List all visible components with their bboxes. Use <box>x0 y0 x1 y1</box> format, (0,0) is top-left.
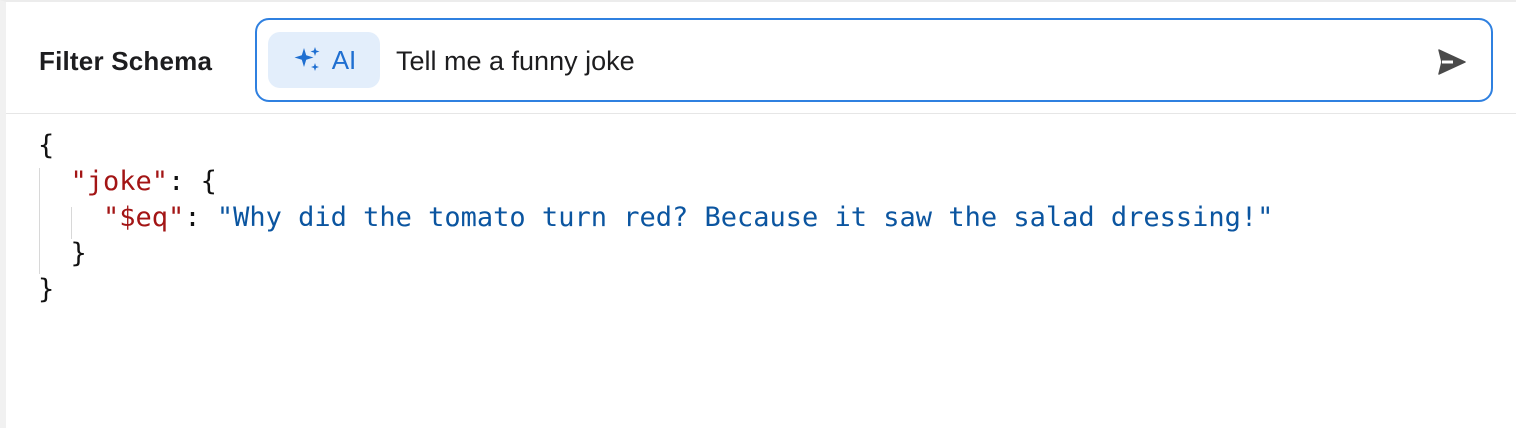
sparkles-icon <box>292 45 322 75</box>
code-line: "joke": { <box>38 164 1273 200</box>
inner-close-brace: } <box>70 238 87 269</box>
ai-mode-button[interactable]: AI <box>268 32 380 88</box>
json-viewer: { "joke": { "$eq": "Why did the tomato t… <box>38 128 1273 308</box>
json-inner-key: "$eq" <box>103 202 185 233</box>
ai-label: AI <box>331 44 357 75</box>
code-line: { <box>38 128 1273 164</box>
send-icon[interactable] <box>1437 48 1467 76</box>
ai-query-bar[interactable]: AI Tell me a funny joke <box>255 18 1493 102</box>
page-title: Filter Schema <box>39 46 213 76</box>
code-line: } <box>38 272 1273 308</box>
code-line: } <box>38 236 1273 272</box>
json-punct: : { <box>168 166 217 197</box>
json-key: "joke" <box>70 166 169 197</box>
close-brace: } <box>38 274 55 305</box>
json-punct: : <box>184 202 217 233</box>
query-input[interactable]: Tell me a funny joke <box>396 46 635 77</box>
open-brace: { <box>38 130 55 161</box>
code-line: "$eq": "Why did the tomato turn red? Bec… <box>38 200 1273 236</box>
filter-header: Filter Schema AI Tell me a funny joke <box>6 2 1516 114</box>
json-string-value: "Why did the tomato turn red? Because it… <box>216 202 1274 233</box>
